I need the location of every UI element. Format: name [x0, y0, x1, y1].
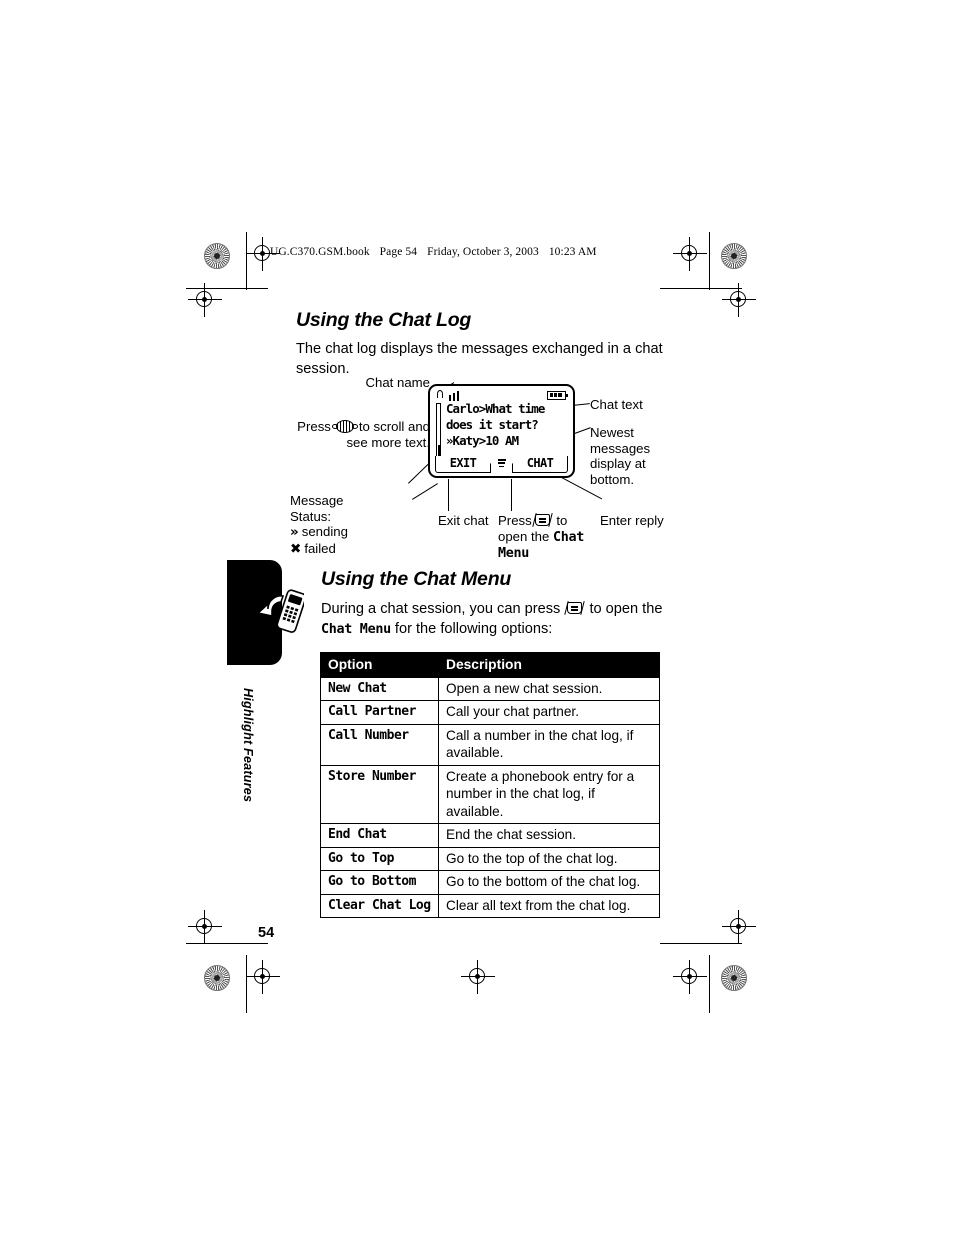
- file-header-time: 10:23 AM: [548, 246, 597, 258]
- phone-with-arrow-icon: [256, 585, 307, 637]
- registration-star-bottom-left: [204, 965, 230, 991]
- callout-press-menu: Press to open the Chat Menu: [498, 513, 598, 562]
- registration-cross-bottom-center: [461, 960, 495, 994]
- description-cell: Open a new chat session.: [438, 676, 660, 701]
- chat-menu-paragraph-after: to open the: [589, 601, 663, 617]
- page-number: 54: [258, 925, 275, 941]
- file-header: UG.C370.GSM.book Page 54 Friday, October…: [270, 246, 604, 258]
- sending-label: sending: [301, 524, 348, 540]
- menu-key-indicator-icon[interactable]: [497, 459, 507, 470]
- table-row[interactable]: New Chat Open a new chat session.: [320, 676, 660, 701]
- side-tab-label: Highlight Features: [241, 688, 255, 803]
- menu-key-icon: [532, 513, 553, 527]
- softkey-exit[interactable]: EXIT: [435, 456, 491, 473]
- table-header-description: Description: [438, 652, 660, 678]
- chat-line-3: »Katy>10 AM: [446, 433, 519, 448]
- table-header-row: Option Description: [320, 652, 660, 678]
- callout-message-status: Message Status: » sending ✖ failed: [290, 493, 410, 557]
- phone-status-row: [437, 390, 568, 401]
- description-cell: Create a phonebook entry for a number in…: [438, 764, 660, 824]
- battery-icon: [547, 391, 568, 400]
- chat-menu-options-table: Option Description New Chat Open a new c…: [320, 652, 660, 918]
- option-cell: Call Partner: [320, 700, 439, 725]
- registration-cross-right-lower: [722, 910, 756, 944]
- heading-using-the-chat-menu: Using the Chat Menu: [321, 568, 512, 590]
- option-cell: Clear Chat Log: [320, 893, 439, 918]
- callout-chat-name: Chat name: [365, 375, 430, 390]
- description-cell: Clear all text from the chat log.: [438, 893, 660, 918]
- option-cell: Store Number: [320, 764, 439, 824]
- chat-log-diagram: Carlo>What time does it start? »Katy>10 …: [290, 375, 690, 570]
- table-header-option: Option: [320, 652, 439, 678]
- chat-menu-name: Chat Menu: [321, 621, 391, 637]
- description-cell: Call a number in the chat log, if availa…: [438, 723, 660, 766]
- table-row[interactable]: Clear Chat Log Clear all text from the c…: [320, 893, 660, 918]
- chat-menu-paragraph-tail: for the following options:: [394, 620, 553, 637]
- callout-press-scroll-before: Press: [297, 419, 331, 434]
- description-cell: End the chat session.: [438, 823, 660, 848]
- description-cell: Call your chat partner.: [438, 700, 660, 725]
- callout-press-to-scroll: Press to scroll and see more text.: [295, 419, 430, 450]
- option-cell: Call Number: [320, 723, 439, 766]
- table-row[interactable]: Call Partner Call your chat partner.: [320, 700, 660, 725]
- phone-screen: Carlo>What time does it start? »Katy>10 …: [428, 384, 575, 478]
- failed-symbol-icon: ✖: [290, 540, 302, 557]
- chat-line-1: Carlo>What time: [446, 401, 545, 416]
- trim-line-vertical-right: [709, 232, 710, 290]
- registration-cross-bottom-right: [673, 960, 707, 994]
- message-status-failed: ✖ failed: [290, 541, 410, 558]
- registration-cross-bottom-left: [246, 960, 280, 994]
- description-cell: Go to the bottom of the chat log.: [438, 870, 660, 895]
- trim-line-bottom-left: [186, 943, 268, 944]
- registration-cross-left-lower: [188, 910, 222, 944]
- chat-menu-paragraph: During a chat session, you can press to …: [321, 600, 676, 639]
- leader-message-status: [412, 483, 439, 501]
- callout-newest-messages: Newest messages display at bottom.: [590, 425, 651, 487]
- option-cell: Go to Top: [320, 846, 439, 871]
- table-row[interactable]: Go to Bottom Go to the bottom of the cha…: [320, 870, 660, 895]
- trim-line-bottom-right: [660, 943, 742, 944]
- failed-label: failed: [304, 540, 336, 556]
- menu-key-icon-inline: [564, 601, 586, 615]
- trim-line-vertical-right-bottom: [709, 955, 710, 1013]
- file-header-day: Friday, October 3, 2003: [427, 246, 539, 258]
- table-row[interactable]: Go to Top Go to the top of the chat log.: [320, 846, 660, 871]
- chat-line-2: does it start?: [446, 417, 539, 432]
- callout-press-menu-before: Press: [498, 513, 532, 528]
- table-row[interactable]: End Chat End the chat session.: [320, 823, 660, 848]
- trim-line-vertical-left-bottom: [246, 955, 247, 1013]
- chat-log-text: Carlo>What time does it start? »Katy>10 …: [446, 401, 568, 449]
- registration-star-bottom-right: [721, 965, 747, 991]
- callout-press-scroll-after: to scroll and see more text.: [346, 419, 430, 450]
- chat-menu-paragraph-before: During a chat session, you can press: [321, 601, 561, 617]
- registration-star-top-left: [204, 243, 230, 269]
- message-status-title: Message Status:: [290, 493, 344, 524]
- file-header-book: UG.C370.GSM.book: [270, 246, 370, 258]
- option-cell: Go to Bottom: [320, 870, 439, 895]
- table-row[interactable]: Store Number Create a phonebook entry fo…: [320, 764, 660, 824]
- callout-chat-text: Chat text: [590, 397, 643, 412]
- file-header-page: Page 54: [379, 246, 418, 258]
- table-row[interactable]: Call Number Call a number in the chat lo…: [320, 723, 660, 766]
- callout-exit-chat: Exit chat: [438, 513, 489, 528]
- signal-strength-icon: [437, 390, 463, 401]
- description-cell: Go to the top of the chat log.: [438, 846, 660, 871]
- callout-enter-reply: Enter reply: [600, 513, 664, 528]
- registration-cross-top-right: [673, 237, 707, 271]
- leader-press-menu: [510, 479, 512, 511]
- option-cell: End Chat: [320, 823, 439, 848]
- trim-line-top-right: [660, 288, 742, 289]
- navigation-key-icon: [331, 420, 358, 433]
- heading-using-the-chat-log: Using the Chat Log: [296, 309, 472, 331]
- trim-line-top-left: [186, 288, 268, 289]
- leader-exit-chat: [447, 479, 449, 511]
- option-cell: New Chat: [320, 676, 439, 701]
- registration-star-top-right: [721, 243, 747, 269]
- trim-line-vertical-left: [246, 232, 247, 290]
- softkey-chat[interactable]: CHAT: [512, 456, 568, 473]
- message-status-sending: » sending: [290, 524, 410, 541]
- phone-softkey-bar: EXIT CHAT: [435, 456, 568, 473]
- chat-log-intro-paragraph: The chat log displays the messages excha…: [296, 341, 663, 377]
- sending-symbol-icon: »: [290, 524, 299, 541]
